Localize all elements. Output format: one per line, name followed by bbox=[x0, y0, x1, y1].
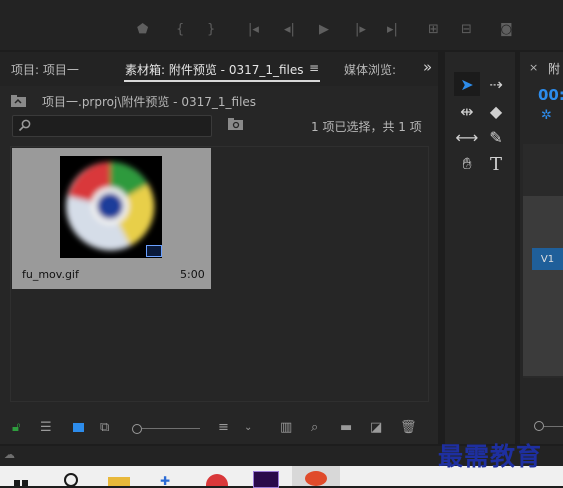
video-type-badge-icon bbox=[146, 245, 162, 257]
close-icon[interactable]: × bbox=[529, 61, 538, 74]
list-view-icon[interactable]: ☰ bbox=[40, 420, 52, 435]
razor-tool-icon[interactable]: ◆ bbox=[483, 99, 509, 123]
type-tool-icon[interactable]: T bbox=[483, 152, 509, 176]
mark-out-icon[interactable]: } bbox=[207, 22, 215, 38]
camera-icon[interactable]: ◙ bbox=[500, 22, 513, 38]
zoom-slider-handle[interactable] bbox=[132, 424, 142, 434]
track-area bbox=[523, 196, 563, 376]
watermark-logo: 最需教育 bbox=[438, 442, 543, 471]
pen-tool-icon[interactable]: ✎ bbox=[483, 125, 509, 149]
snap-icon[interactable]: ✲ bbox=[541, 108, 552, 123]
play-icon[interactable]: ▶ bbox=[319, 22, 329, 38]
clip-duration: 5:00 bbox=[180, 268, 205, 281]
timeline-zoom-track[interactable] bbox=[544, 426, 563, 427]
panel-tab-bar: 项目: 项目一 素材箱: 附件预览 - 0317_1_files ≡ 媒体浏览:… bbox=[0, 52, 438, 86]
track-label: V1 bbox=[540, 253, 555, 265]
search-icon bbox=[18, 119, 31, 132]
trash-icon[interactable]: 🗑︎ bbox=[400, 420, 417, 435]
find-icon[interactable]: ⌕ bbox=[311, 420, 318, 435]
active-tab-underline bbox=[124, 80, 320, 82]
marker-icon[interactable]: ⬟ bbox=[137, 22, 148, 38]
sort-chevron-down-icon[interactable]: ⌄ bbox=[244, 422, 252, 433]
freeform-view-icon[interactable]: ⧉ bbox=[100, 420, 109, 435]
go-to-out-icon[interactable]: ▸| bbox=[387, 22, 398, 38]
tab-program[interactable]: 附 bbox=[548, 60, 560, 77]
clip-thumbnail bbox=[60, 156, 162, 258]
step-back-icon[interactable]: ◂| bbox=[284, 22, 295, 38]
chrome-icon[interactable] bbox=[206, 474, 228, 486]
step-forward-icon[interactable]: |▸ bbox=[355, 22, 366, 38]
panel-overflow-icon[interactable]: » bbox=[423, 58, 432, 76]
tab-project[interactable]: 项目: 项目一 bbox=[11, 61, 79, 78]
sort-icon[interactable]: ≡ bbox=[218, 420, 229, 435]
pinned-app-icon[interactable] bbox=[305, 471, 327, 486]
breadcrumb: 项目一.prproj\附件预览 - 0317_1_files bbox=[42, 95, 257, 109]
track-select-tool-icon[interactable]: ⇢ bbox=[483, 72, 509, 96]
tab-menu-icon[interactable]: ≡ bbox=[309, 61, 319, 75]
bin-bottom-toolbar: 🔓︎ ☰ ⧉ ≡ ⌄ ▥ ⌕ ▬ ◪ 🗑︎ bbox=[0, 414, 438, 444]
program-panel: × 附 00: ✲ V1 bbox=[520, 52, 563, 444]
go-to-in-icon[interactable]: |◂ bbox=[248, 22, 259, 38]
taskbar-search-icon[interactable] bbox=[64, 473, 78, 487]
insert-icon[interactable]: ⊞ bbox=[428, 22, 439, 38]
chrome-logo-thumbnail bbox=[66, 162, 155, 251]
clip-name: fu_mov.gif bbox=[22, 268, 79, 281]
file-explorer-icon[interactable] bbox=[108, 477, 130, 486]
tools-panel: ➤ ⇢ ⇹ ◆ ⟷ ✎ ✋︎ T bbox=[443, 52, 515, 444]
clip-item[interactable]: fu_mov.gif 5:00 bbox=[12, 148, 211, 289]
selection-status: 1 项已选择，共 1 项 bbox=[311, 120, 422, 134]
timeline-zoom-handle[interactable] bbox=[534, 421, 544, 431]
tab-media-browser[interactable]: 媒体浏览: bbox=[344, 61, 396, 78]
search-input[interactable] bbox=[12, 115, 212, 137]
tab-bin[interactable]: 素材箱: 附件预览 - 0317_1_files bbox=[125, 61, 304, 78]
hand-tool-icon[interactable]: ✋︎ bbox=[454, 152, 480, 176]
premiere-pro-icon[interactable] bbox=[253, 471, 279, 488]
cloud-icon: ☁︎ bbox=[4, 448, 15, 461]
new-item-icon[interactable]: ◪ bbox=[370, 420, 382, 435]
slip-tool-icon[interactable]: ⟷ bbox=[454, 125, 480, 149]
overwrite-icon[interactable]: ⊟ bbox=[461, 22, 472, 38]
folder-up-icon[interactable] bbox=[10, 94, 28, 108]
new-search-bin-icon[interactable] bbox=[228, 118, 244, 131]
transport-bar: ⬟ { } |◂ ◂| ▶ |▸ ▸| ⊞ ⊟ ◙ bbox=[0, 0, 563, 50]
breadcrumb-row: 项目一.prproj\附件预览 - 0317_1_files bbox=[0, 86, 438, 114]
selection-tool-icon[interactable]: ➤ bbox=[454, 72, 480, 96]
new-bin-icon[interactable]: ▬ bbox=[340, 420, 352, 435]
automate-to-sequence-icon[interactable]: ▥ bbox=[280, 420, 292, 435]
icon-view-icon[interactable] bbox=[73, 423, 84, 432]
zoom-slider-track[interactable] bbox=[142, 428, 200, 429]
start-icon[interactable] bbox=[14, 480, 28, 486]
lock-icon[interactable]: 🔓︎ bbox=[12, 420, 20, 435]
track-v1[interactable]: V1 bbox=[532, 248, 563, 270]
panel-divider bbox=[443, 52, 445, 444]
mark-in-icon[interactable]: { bbox=[176, 22, 184, 38]
app-icon[interactable]: ✚ bbox=[160, 474, 180, 488]
ripple-edit-tool-icon[interactable]: ⇹ bbox=[454, 99, 480, 123]
timecode[interactable]: 00: bbox=[538, 86, 563, 104]
bin-panel: 项目: 项目一 素材箱: 附件预览 - 0317_1_files ≡ 媒体浏览:… bbox=[0, 52, 438, 444]
